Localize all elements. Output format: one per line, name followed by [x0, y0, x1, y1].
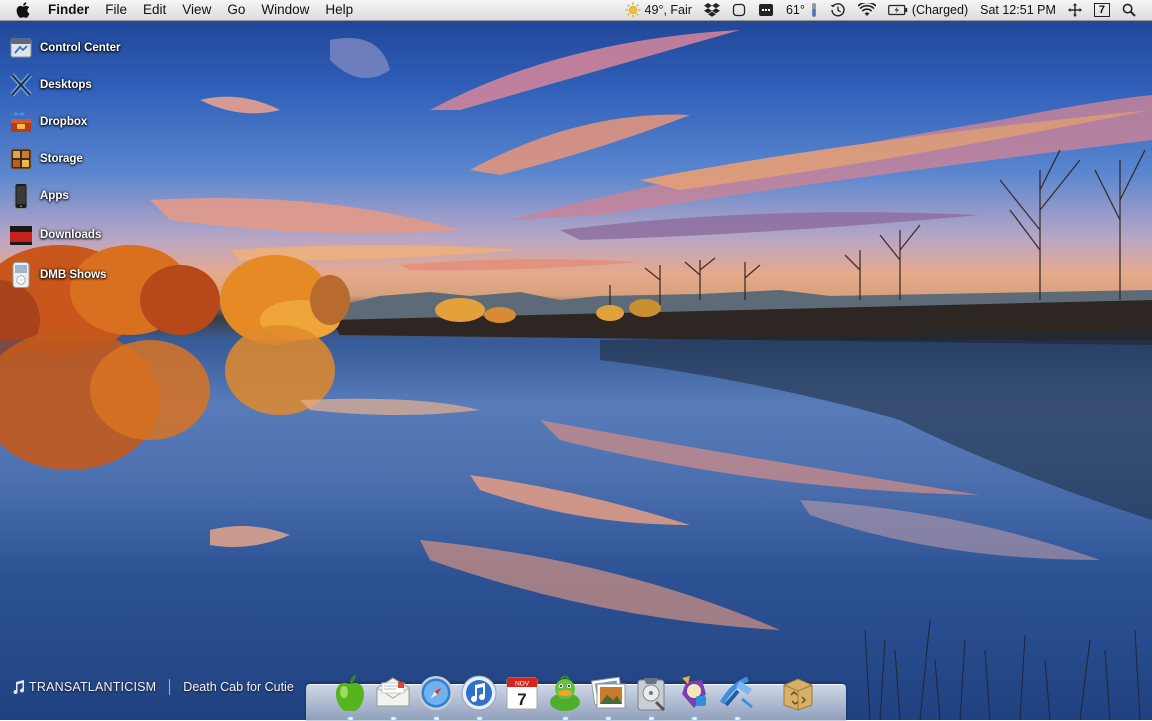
- preview-photos-icon: [590, 676, 626, 709]
- trash-box-icon: [783, 678, 813, 711]
- mail-icon: [376, 677, 410, 707]
- spaces-arrows[interactable]: [1062, 0, 1088, 20]
- desktop-item-label: Dropbox: [40, 116, 88, 128]
- desktop-item-storage[interactable]: Storage: [8, 146, 83, 172]
- desktop-item-control-center[interactable]: Control Center: [8, 35, 121, 61]
- dock-item-preview[interactable]: [588, 672, 628, 720]
- xcode-hammer-icon: [719, 676, 753, 709]
- dock-item-itunes[interactable]: [459, 672, 499, 720]
- desktop-item-label: Control Center: [40, 42, 121, 54]
- dropbox-folder-icon: [8, 109, 34, 135]
- dock-item-disk-utility[interactable]: [631, 672, 671, 720]
- menu-edit[interactable]: Edit: [135, 0, 174, 20]
- dropbox-status[interactable]: [698, 0, 726, 20]
- dock-item-growl[interactable]: [674, 672, 714, 720]
- storage-icon: [8, 146, 34, 172]
- calendar-day-label: 7: [517, 690, 526, 709]
- search-icon: [1122, 3, 1136, 17]
- menu-file[interactable]: File: [97, 0, 135, 20]
- apps-icon: [8, 183, 34, 209]
- battery-menu[interactable]: (Charged): [882, 0, 974, 20]
- desktop-item-desktops[interactable]: Desktops: [8, 72, 92, 98]
- music-note-icon: [13, 680, 25, 694]
- dock-item-adium[interactable]: [545, 672, 585, 720]
- menu-go[interactable]: Go: [219, 0, 253, 20]
- dock-item-finder[interactable]: [330, 672, 370, 720]
- temperature-status[interactable]: 61°: [780, 0, 824, 20]
- move-arrows-icon: [1067, 3, 1082, 17]
- spaces-menu[interactable]: 7: [1088, 0, 1116, 20]
- menu-window[interactable]: Window: [253, 0, 317, 20]
- desktop-wallpaper: [0, 0, 1152, 720]
- thermometer-icon: [811, 3, 816, 17]
- battery-text: (Charged): [911, 3, 969, 17]
- dock-item-safari[interactable]: [416, 672, 456, 720]
- menu-finder[interactable]: Finder: [40, 0, 97, 20]
- drive-icon: [732, 3, 746, 17]
- istat-icon: [758, 4, 773, 16]
- desktop-item-dropbox[interactable]: Dropbox: [8, 109, 87, 135]
- desktops-icon: [8, 72, 34, 98]
- weather-menu[interactable]: 49°, Fair: [619, 0, 698, 20]
- clock-menu[interactable]: Sat 12:51 PM: [974, 0, 1062, 20]
- menu-help[interactable]: Help: [317, 0, 361, 20]
- downloads-icon: [8, 222, 34, 248]
- wallpaper-landscape: [0, 30, 1152, 720]
- dock: NOV 7: [330, 664, 821, 720]
- calendar-icon: NOV 7: [506, 677, 538, 710]
- now-playing-widget[interactable]: TRANSATLANTICISM Death Cab for Cutie: [12, 679, 294, 695]
- ipod-icon: [8, 262, 34, 288]
- menu-view[interactable]: View: [174, 0, 219, 20]
- dock-item-mail[interactable]: [373, 672, 413, 720]
- growl-icon: [682, 676, 706, 708]
- artist-name: Death Cab for Cutie: [183, 680, 294, 694]
- space-number-badge: 7: [1093, 3, 1110, 17]
- dock-item-xcode[interactable]: [717, 672, 757, 720]
- desktop-item-label: Apps: [40, 190, 69, 202]
- clock-arrow-icon: [830, 3, 845, 17]
- dropbox-icon: [703, 3, 720, 17]
- desktop-item-label: Desktops: [40, 79, 92, 91]
- desktop-item-label: Downloads: [40, 229, 102, 241]
- desktop-item-downloads[interactable]: Downloads: [8, 222, 101, 248]
- desktop-item-apps[interactable]: Apps: [8, 183, 69, 209]
- dock-item-trash[interactable]: [778, 672, 818, 714]
- wifi-icon: [857, 3, 876, 16]
- desktop-item-dmb-shows[interactable]: DMB Shows: [8, 262, 106, 288]
- battery-icon: [887, 4, 908, 16]
- desktop-item-label: DMB Shows: [40, 269, 107, 281]
- temperature-text: 61°: [785, 3, 805, 17]
- wifi-menu[interactable]: [852, 0, 882, 20]
- desktop-item-label: Storage: [40, 153, 83, 165]
- timemachine-drive-status[interactable]: [726, 0, 752, 20]
- menu-bar: Finder File Edit View Go Window Help 49°…: [0, 0, 1152, 21]
- time-machine-menu[interactable]: [824, 0, 852, 20]
- apple-icon: [16, 2, 30, 18]
- now-playing-divider: [169, 679, 171, 695]
- clock-text: Sat 12:51 PM: [980, 3, 1056, 17]
- control-center-icon: [8, 35, 34, 61]
- sun-icon: [625, 2, 641, 18]
- dock-item-ical[interactable]: NOV 7: [502, 672, 542, 714]
- disk-utility-icon: [637, 678, 666, 712]
- istat-menu[interactable]: [752, 0, 780, 20]
- spotlight-menu[interactable]: [1116, 0, 1142, 20]
- adium-duck-icon: [550, 675, 580, 711]
- itunes-icon: [461, 675, 497, 711]
- calendar-month-label: NOV: [515, 681, 530, 688]
- album-title: TRANSATLANTICISM: [29, 680, 157, 694]
- apple-menu[interactable]: [0, 0, 40, 20]
- weather-text: 49°, Fair: [644, 3, 692, 17]
- safari-compass-icon: [419, 676, 453, 710]
- green-apple-icon: [336, 674, 364, 712]
